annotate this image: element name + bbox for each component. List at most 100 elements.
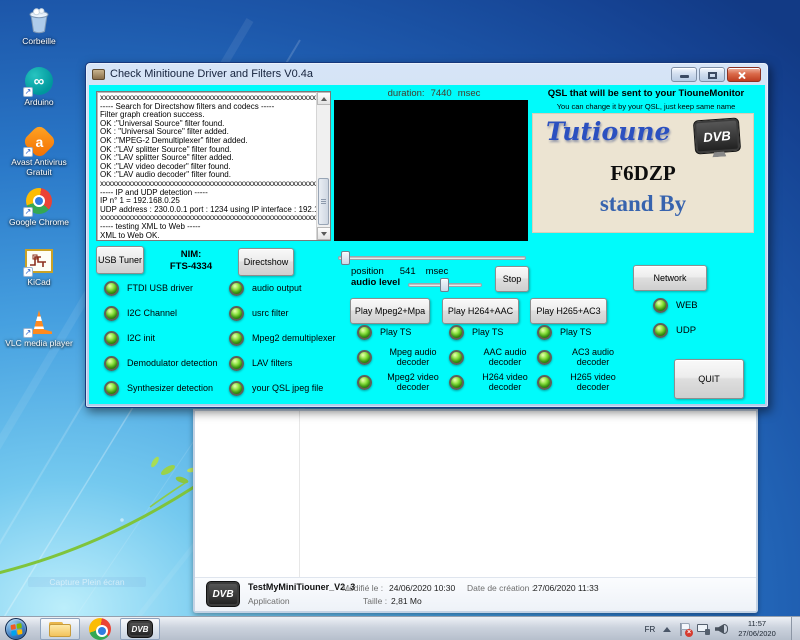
led-indicator (357, 350, 372, 365)
play-h265-button[interactable]: Play H265+AC3 (530, 298, 607, 324)
led-indicator (449, 375, 464, 390)
play-mpeg2-button[interactable]: Play Mpeg2+Mpa (350, 298, 430, 324)
network-button[interactable]: Network (633, 265, 707, 291)
audio-slider-thumb[interactable] (440, 278, 449, 292)
desktop-icon-recycle-bin[interactable]: Corbeille (3, 5, 75, 47)
scrollbar-thumb[interactable] (318, 178, 329, 225)
file-dvb-icon: DVB (206, 581, 240, 607)
desktop-icon-label: KiCad (27, 278, 50, 288)
log-scrollbar[interactable] (316, 92, 330, 240)
created-value: 27/06/2020 11:33 (533, 583, 599, 593)
log-textbox[interactable]: xxxxxxxxxxxxxxxxxxxxxxxxxxxxxxxxxxxxxxxx… (96, 91, 331, 241)
tray-language-indicator[interactable]: FR (640, 617, 660, 640)
qsl-status-text: stand By (532, 191, 754, 217)
app-client-area: xxxxxxxxxxxxxxxxxxxxxxxxxxxxxxxxxxxxxxxx… (89, 85, 765, 404)
clock-date: 27/06/2020 (727, 629, 787, 639)
led-row-demodulator: Demodulator detection (104, 356, 218, 371)
led-indicator (229, 356, 244, 371)
windows-flag-icon (10, 623, 22, 636)
led-indicator (229, 306, 244, 321)
explorer-pane-divider (299, 411, 300, 577)
play-h264-button[interactable]: Play H264+AAC (442, 298, 519, 324)
led-indicator (537, 325, 552, 340)
desktop-icon-vlc[interactable]: ↗ VLC media player (3, 307, 75, 349)
taskbar-explorer-button[interactable] (40, 618, 80, 640)
led-indicator (449, 350, 464, 365)
tray-clock[interactable]: 11:57 27/06/2020 (727, 619, 787, 639)
qsl-header: QSL that will be sent to your TiouneMoni… (527, 88, 765, 99)
led-indicator (229, 331, 244, 346)
usb-tuner-button[interactable]: USB Tuner (96, 246, 144, 274)
network-icon (697, 623, 710, 635)
led-row-i2c-init: I2C init (104, 331, 155, 346)
modified-value: 24/06/2020 10:30 (389, 583, 455, 593)
led-row-audio-output: audio output (229, 281, 302, 296)
file-type: Application (248, 596, 290, 606)
directshow-button[interactable]: Directshow (238, 248, 294, 276)
desktop-icon-label: Avast Antivirus Gratuit (4, 158, 74, 177)
led-indicator (357, 325, 372, 340)
minimize-button[interactable] (671, 67, 697, 82)
video-panel (334, 100, 528, 241)
tray-network-icon[interactable] (697, 617, 710, 640)
scroll-up-arrow[interactable] (317, 92, 331, 105)
led-row-ftdi: FTDI USB driver (104, 281, 193, 296)
desktop-icon-label: VLC media player (5, 339, 73, 349)
close-button[interactable] (727, 67, 761, 82)
nim-label: NIM:FTS-4334 (153, 249, 229, 273)
led-row-i2c-channel: I2C Channel (104, 306, 177, 321)
led-indicator (653, 298, 668, 313)
taskbar: DVB FR × 11:57 27/06/2020 (0, 616, 800, 640)
led-indicator (653, 323, 668, 338)
led-indicator (537, 375, 552, 390)
maximize-button[interactable] (699, 67, 725, 82)
led-indicator (537, 350, 552, 365)
log-line: XML to Web OK. (100, 232, 313, 241)
desktop-icon-avast[interactable]: a ↗ Avast Antivirus Gratuit (3, 126, 75, 177)
title-bar[interactable]: Check Minitioune Driver and Filters V0.4… (86, 63, 768, 85)
audio-level-slider[interactable] (408, 278, 482, 292)
led-indicator (449, 325, 464, 340)
taskbar-dvb-app-button[interactable]: DVB (120, 618, 160, 640)
file-name: TestMyMiniTiouner_V2_3 (248, 582, 355, 592)
recycle-bin-icon (24, 5, 54, 35)
desktop-icon-arduino[interactable]: ∞ ↗ Arduino (3, 66, 75, 108)
desktop-icon-label-capture[interactable]: Capture Plein écran (28, 577, 146, 587)
desktop-icon-chrome[interactable]: ↗ Google Chrome (3, 186, 75, 228)
desktop: { "dvb_text": "DVB", "desktop": { "icons… (0, 0, 800, 640)
led-row-usrc-filter: usrc filter (229, 306, 289, 321)
chrome-icon: ↗ (24, 186, 54, 216)
shortcut-arrow-icon: ↗ (23, 87, 33, 97)
quit-button[interactable]: QUIT (674, 359, 744, 399)
desktop-icon-label: Arduino (24, 98, 53, 108)
tray-hidden-icons-button[interactable] (663, 617, 671, 640)
vlc-icon: ↗ (24, 307, 54, 337)
desktop-icon-label: Google Chrome (9, 218, 69, 228)
led-row-qsl-jpeg: your QSL jpeg file (229, 381, 323, 396)
position-slider-thumb[interactable] (341, 251, 350, 265)
window-controls (671, 67, 761, 82)
qsl-subheader: You can change it by your QSL, just keep… (527, 102, 765, 111)
led-indicator (104, 306, 119, 321)
led-indicator (104, 356, 119, 371)
taskbar-chrome-button[interactable] (81, 618, 119, 640)
start-button[interactable] (5, 618, 27, 640)
stop-button[interactable]: Stop (495, 266, 529, 292)
position-slider[interactable] (338, 251, 526, 265)
maximize-icon (708, 72, 717, 79)
show-desktop-button[interactable] (791, 617, 800, 640)
led-row-mpeg2-demux: Mpeg2 demultiplexer (229, 331, 336, 346)
shortcut-arrow-icon: ↗ (23, 207, 33, 217)
scroll-down-arrow[interactable] (317, 227, 331, 240)
modified-label: Modifié le : (342, 583, 383, 593)
chevron-up-icon (663, 627, 671, 632)
tray-action-center-icon[interactable]: × (679, 617, 691, 640)
led-indicator (229, 381, 244, 396)
app-window-icon (92, 69, 105, 80)
desktop-icon-kicad[interactable]: ↗ KiCad (3, 246, 75, 288)
led-row-lav-filters: LAV filters (229, 356, 292, 371)
position-text: position541msec (351, 266, 448, 277)
kicad-icon: ↗ (24, 246, 54, 276)
created-label: Date de création : (467, 583, 534, 593)
flag-icon: × (679, 623, 691, 636)
